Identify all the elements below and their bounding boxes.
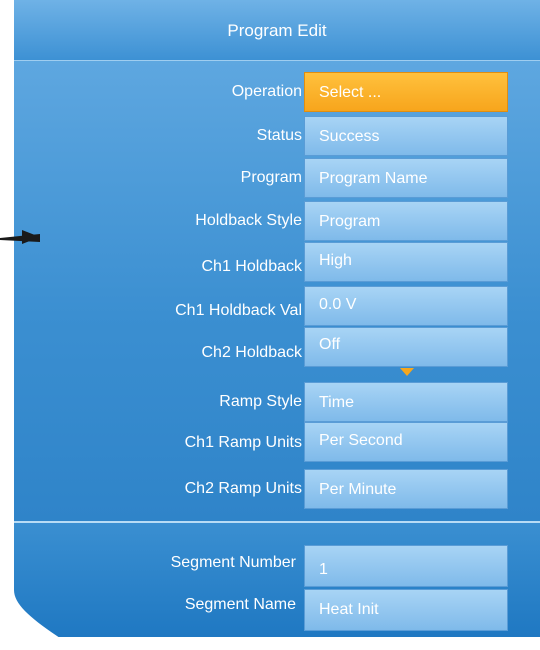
row-ch1-holdback-val: Ch1 Holdback Val 0.0 V (14, 286, 540, 326)
holdback-style-field[interactable]: Program (304, 201, 508, 241)
operation-label: Operation (231, 83, 302, 100)
parameter-list: Operation Select ... Status Success Prog… (14, 61, 540, 521)
curved-edge-decoration (0, 590, 60, 650)
row-operation: Operation Select ... (14, 72, 540, 112)
ch2-ramp-units-label: Ch2 Ramp Units (184, 480, 302, 497)
ch2-holdback-field[interactable]: Off (304, 327, 508, 367)
ramp-style-field[interactable]: Time (304, 382, 508, 422)
program-label: Program (240, 169, 302, 186)
row-holdback-style: Holdback Style Program (14, 201, 540, 241)
ch1-holdback-val-label: Ch1 Holdback Val (175, 302, 302, 319)
program-field[interactable]: Program Name (304, 158, 508, 198)
ch1-ramp-units-label: Ch1 Ramp Units (184, 434, 302, 451)
header-bar: Program Edit (14, 0, 540, 61)
ch2-ramp-units-field[interactable]: Per Minute (304, 469, 508, 509)
segment-name-label: Segment Name (184, 596, 296, 613)
status-label: Status (256, 127, 302, 144)
ch1-holdback-label: Ch1 Holdback (201, 258, 303, 275)
row-ch1-ramp-units: Ch1 Ramp Units Per Second (14, 422, 540, 462)
program-edit-panel: Program Edit Operation Select ... Status… (14, 0, 540, 637)
row-status: Status Success (14, 116, 540, 156)
ch2-holdback-label: Ch2 Holdback (201, 344, 303, 361)
ramp-style-label: Ramp Style (219, 393, 302, 410)
status-field[interactable]: Success (304, 116, 508, 156)
holdback-style-label: Holdback Style (195, 212, 302, 229)
segment-name-field[interactable]: Heat Init (304, 589, 508, 631)
pointer-arrow-icon (0, 230, 40, 244)
row-ramp-style: Ramp Style Time (14, 382, 540, 422)
segment-section: Segment Number 1 Segment Name Heat Init (14, 523, 540, 637)
ch1-holdback-field[interactable]: High (304, 242, 508, 282)
operation-field[interactable]: Select ... (304, 72, 508, 112)
row-ch1-holdback: Ch1 Holdback High (14, 242, 540, 282)
ch1-holdback-val-field[interactable]: 0.0 V (304, 286, 508, 326)
ch1-ramp-units-field[interactable]: Per Second (304, 422, 508, 462)
segment-number-field[interactable]: 1 (304, 545, 508, 587)
row-segment-number: Segment Number 1 (14, 545, 540, 587)
segment-number-label: Segment Number (170, 554, 296, 571)
row-program: Program Program Name (14, 158, 540, 198)
page-title: Program Edit (227, 21, 327, 40)
row-ch2-holdback: Ch2 Holdback Off (14, 327, 540, 367)
scroll-down-icon[interactable] (400, 368, 414, 376)
row-segment-name: Segment Name Heat Init (14, 589, 540, 631)
row-ch2-ramp-units: Ch2 Ramp Units Per Minute (14, 469, 540, 509)
